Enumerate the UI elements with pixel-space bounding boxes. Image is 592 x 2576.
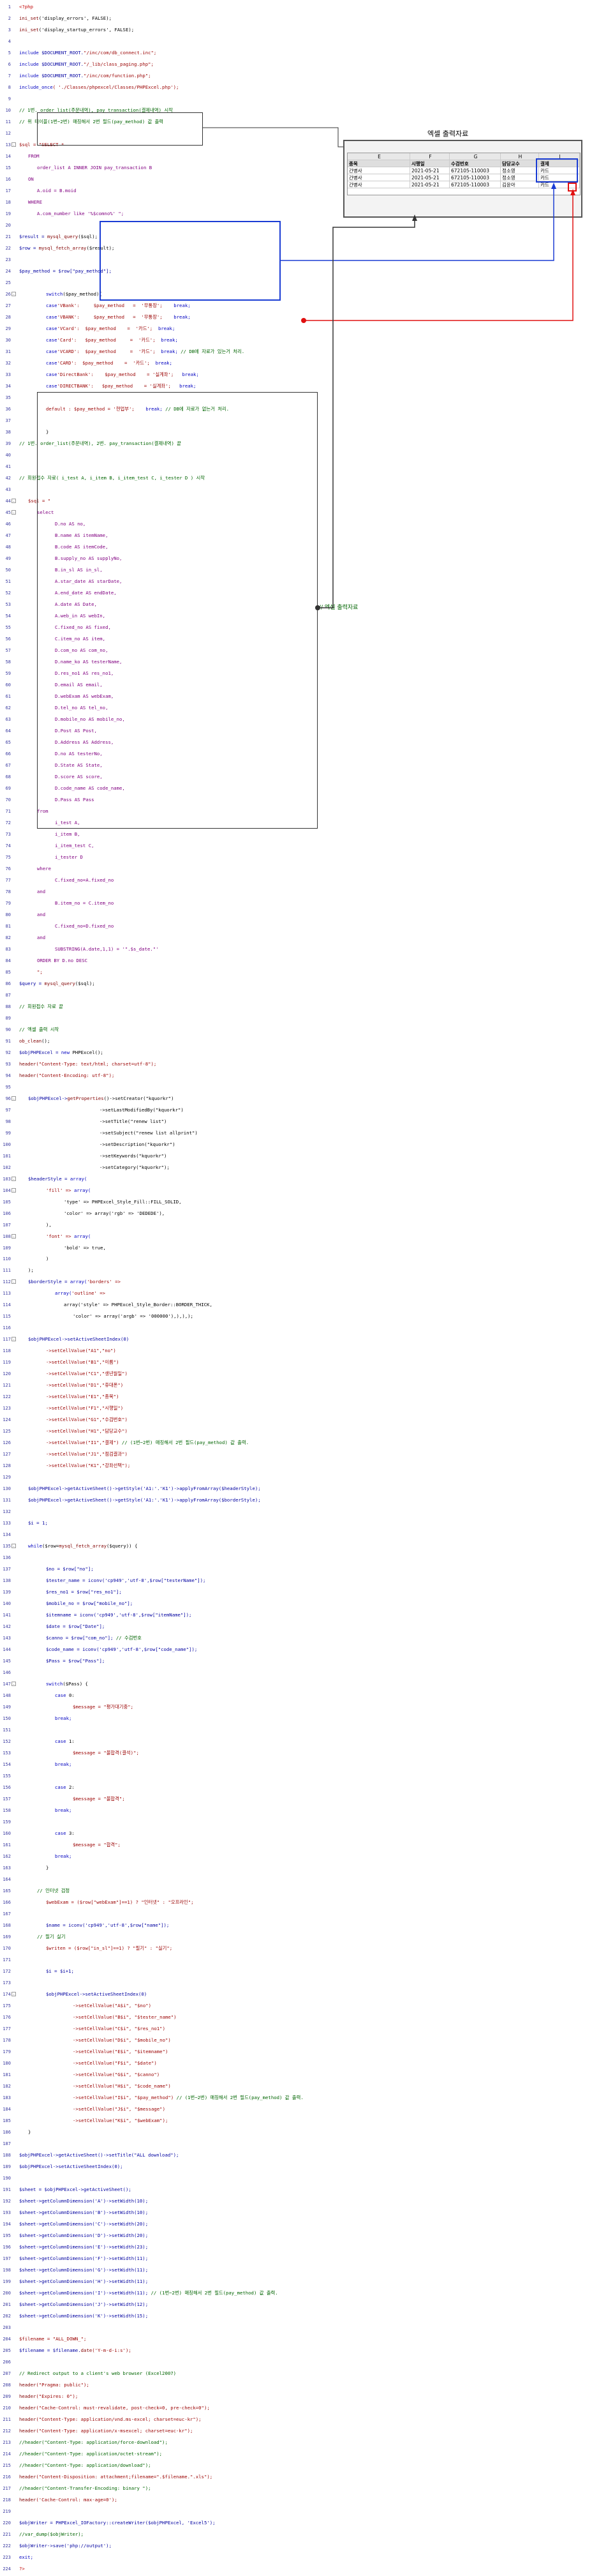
arrow-switch-to-pay: [281, 186, 554, 261]
arrow-head-red: [570, 189, 575, 195]
arrow-head-blue: [551, 183, 556, 189]
connector-sql-to-panel: [318, 218, 415, 608]
arrow-head-dark: [412, 215, 417, 221]
annotation-arrows: [203, 127, 575, 610]
connector-join-to-panel: [203, 127, 343, 147]
arrow-default-to-card: [304, 192, 574, 321]
